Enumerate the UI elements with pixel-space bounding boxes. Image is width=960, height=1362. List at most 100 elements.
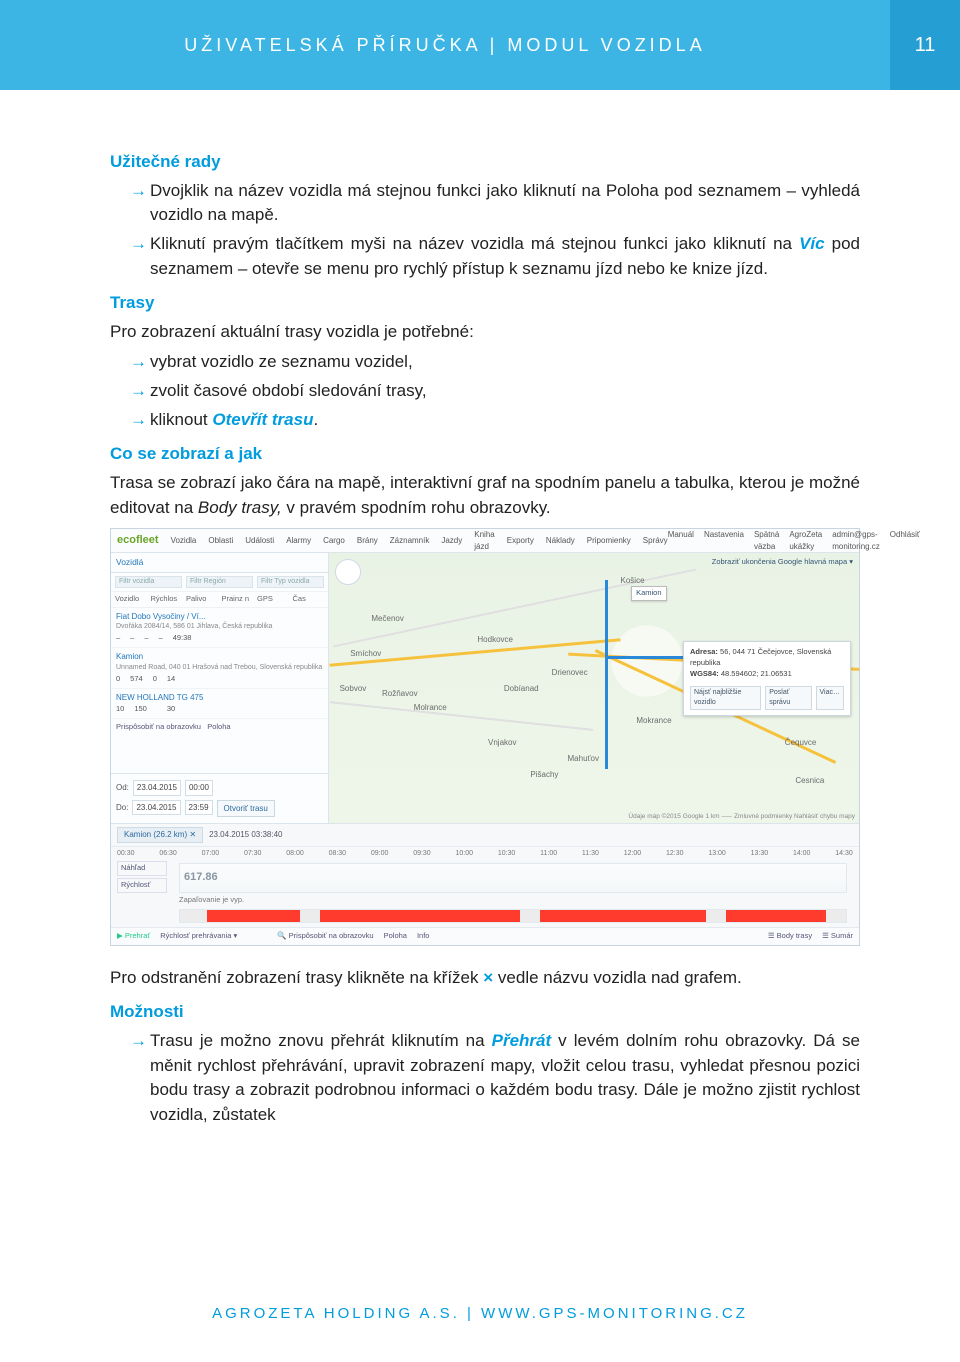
trasy-intro: Pro zobrazení aktuální trasy vozidla je … xyxy=(110,320,860,345)
emphasis-prehrat: Přehrát xyxy=(492,1031,552,1050)
fit-link[interactable]: Prispôsobiť na obrazovku xyxy=(289,931,374,940)
toolbar-right-item[interactable]: Spätná väzba xyxy=(754,529,779,552)
sidebar-filters: Filtr vozidla Filtr Región Filtr Typ voz… xyxy=(111,573,328,592)
toolbar-tab[interactable]: Náklady xyxy=(546,529,575,552)
map-info-popup: Adresa: 56, 044 71 Čečejovce, Slovenská … xyxy=(683,641,851,716)
timeline-bottombar: ▶ Prehrať Rýchlosť prehrávania ▾ 🔍 Prisp… xyxy=(111,927,859,945)
toolbar-tab[interactable]: Oblasti xyxy=(208,529,233,552)
page-content: Užitečné rady Dvojklik na název vozidla … xyxy=(0,90,960,1168)
app-logo: ecofleet xyxy=(117,533,159,549)
ignition-label: Zapaľovanie je vyp. xyxy=(179,895,847,906)
popup-btn-send[interactable]: Poslať správu xyxy=(765,686,811,710)
sidebar-columns: VozidloRýchlosPalivoPrainz nGPSČas xyxy=(111,592,328,608)
tip-item: Dvojklik na název vozidla má stejnou fun… xyxy=(130,179,860,228)
tl-tab-speed[interactable]: Rýchlosť xyxy=(117,878,167,893)
text: v pravém spodním rohu obrazovky. xyxy=(282,498,551,517)
sidebar: Vozidlá Filtr vozidla Filtr Región Filtr… xyxy=(111,553,329,823)
trasy-item: kliknout Otevřít trasu. xyxy=(130,408,860,433)
toolbar-tab[interactable]: Správy xyxy=(643,529,668,552)
toolbar-right-item[interactable]: Odhlásiť xyxy=(890,529,920,552)
text: Kliknutí pravým tlačítkem myši na název … xyxy=(150,234,799,253)
vehicle-row[interactable]: KamionUnnamed Road, 040 01 Hrašová nad T… xyxy=(111,648,328,689)
app-toolbar: ecofleet Vozidla Oblasti Události Alarmy Car… xyxy=(111,529,859,553)
toolbar-tab[interactable]: Jazdy xyxy=(441,529,462,552)
trasy-list: vybrat vozidlo ze seznamu vozidel, zvoli… xyxy=(110,350,860,432)
map-view[interactable]: Zobraziť ukončenia Google hlavná mapa ▾ … xyxy=(329,553,859,823)
map-pin-kamion[interactable]: Kamion xyxy=(631,586,666,601)
playback-speed[interactable]: Rýchlosť prehrávania ▾ xyxy=(160,931,237,942)
toolbar-tab[interactable]: Exporty xyxy=(507,529,534,552)
timeline-hours: 00:3006:3007:0007:3008:0008:3009:0009:30… xyxy=(111,847,859,861)
poloha-link[interactable]: Poloha xyxy=(207,722,230,731)
options-list: Trasu je možno znovu přehrát kliknutím n… xyxy=(110,1029,860,1128)
toolbar-tab[interactable]: Alarmy xyxy=(286,529,311,552)
popup-btn-more[interactable]: Viac… xyxy=(816,686,845,710)
map-town-label: Mahuťov xyxy=(568,753,599,765)
map-town-label: Smíchov xyxy=(350,648,381,660)
toolbar-tab[interactable]: Kniha jázd xyxy=(474,529,494,552)
toolbar-tab[interactable]: Záznamník xyxy=(390,529,430,552)
tl-tab-preview[interactable]: Náhľad xyxy=(117,861,167,876)
emphasis-open-route: Otevřít trasu xyxy=(212,410,313,429)
map-town-label: Cesnica xyxy=(795,775,824,787)
toolbar-right-item[interactable]: admin@gps-monitoring.cz xyxy=(832,529,880,552)
map-town-label: Molrance xyxy=(414,702,447,714)
toolbar-tab[interactable]: Události xyxy=(245,529,274,552)
filter-region[interactable]: Filtr Región xyxy=(186,576,253,588)
map-town-label: Košice xyxy=(621,575,645,587)
heading-tips: Užitečné rady xyxy=(110,150,860,175)
date-to[interactable]: 23.04.2015 xyxy=(132,800,180,816)
trasy-item: zvolit časové období sledování trasy, xyxy=(130,379,860,404)
text: Pro odstranění zobrazení trasy klikněte … xyxy=(110,968,483,987)
text: vedle názvu vozidla nad grafem. xyxy=(493,968,742,987)
emphasis-vic: Víc xyxy=(799,234,825,253)
filter-type[interactable]: Filtr Typ vozidla xyxy=(257,576,324,588)
vehicle-row[interactable]: Fiat Dobo Vysočiny / Ví...Dvořáka 2084/1… xyxy=(111,608,328,649)
map-town-label: Dobíanad xyxy=(504,683,539,695)
popup-wgs-label: WGS84: xyxy=(690,669,719,678)
toolbar-right-item[interactable]: AgroZeta ukážky xyxy=(789,529,822,552)
speed-value: 617.86 xyxy=(184,870,218,886)
options-item: Trasu je možno znovu přehrát kliknutím n… xyxy=(130,1029,860,1128)
map-town-label: Sobvov xyxy=(340,683,367,695)
map-town-label: Čequvce xyxy=(785,737,817,749)
heading-display: Co se zobrazí a jak xyxy=(110,442,860,467)
date-from[interactable]: 23.04.2015 xyxy=(133,780,181,796)
app-screenshot: ecofleet Vozidla Oblasti Události Alarmy Car… xyxy=(110,528,860,945)
map-town-label: Pišachy xyxy=(530,769,558,781)
timeline-ignition-bar[interactable] xyxy=(179,909,847,923)
info-link[interactable]: Info xyxy=(417,931,430,942)
poloha-link-b[interactable]: Poloha xyxy=(384,931,407,942)
toolbar-tab[interactable]: Brány xyxy=(357,529,378,552)
fit-screen-link[interactable]: Prispôsobiť na obrazovku xyxy=(116,722,201,731)
toolbar-right-item[interactable]: Nastavenia xyxy=(704,529,744,552)
body-trasy-button[interactable]: ☰ Body trasy xyxy=(768,931,812,942)
time-from[interactable]: 00:00 xyxy=(185,780,213,796)
sumar-button[interactable]: ☰ Sumár xyxy=(822,931,853,942)
toolbar-right: Manuál Nastavenia Spätná väzba AgroZeta uká… xyxy=(668,529,920,552)
vehicle-row[interactable]: NEW HOLLAND TG 4751015030 xyxy=(111,689,328,719)
time-to[interactable]: 23:59 xyxy=(185,800,213,816)
timeline-speed-graph[interactable]: 617.86 xyxy=(179,863,847,893)
toolbar-tab[interactable]: Vozidla xyxy=(171,529,197,552)
map-town-label: Vnjakov xyxy=(488,737,516,749)
filter-vehicle[interactable]: Filtr vozidla xyxy=(115,576,182,588)
open-route-button[interactable]: Otvoriť trasu xyxy=(217,800,275,818)
popup-btn-nearest[interactable]: Nájsť najbližšie vozidlo xyxy=(690,686,761,710)
heading-trasy: Trasy xyxy=(110,291,860,316)
map-town-label: Mečenov xyxy=(371,613,403,625)
map-town-label: Hodkovce xyxy=(477,634,513,646)
map-town-label: Mokrance xyxy=(636,715,671,727)
toolbar-right-item[interactable]: Manuál xyxy=(668,529,694,552)
toolbar-tab[interactable]: Cargo xyxy=(323,529,345,552)
text: . xyxy=(313,410,318,429)
text: Trasu je možno znovu přehrát kliknutím n… xyxy=(150,1031,492,1050)
header-title: UŽIVATELSKÁ PŘÍRUČKA | MODUL VOZIDLA xyxy=(0,0,890,90)
close-x-symbol: × xyxy=(483,968,493,987)
app-body: Vozidlá Filtr vozidla Filtr Región Filtr… xyxy=(111,553,859,823)
text: kliknout xyxy=(150,410,212,429)
label-from: Od: xyxy=(116,782,129,794)
timeline-tab-kamion[interactable]: Kamion (26.2 km) ✕ xyxy=(117,827,203,843)
play-button[interactable]: ▶ Prehrať xyxy=(117,931,150,942)
toolbar-tab[interactable]: Pripomienky xyxy=(587,529,631,552)
